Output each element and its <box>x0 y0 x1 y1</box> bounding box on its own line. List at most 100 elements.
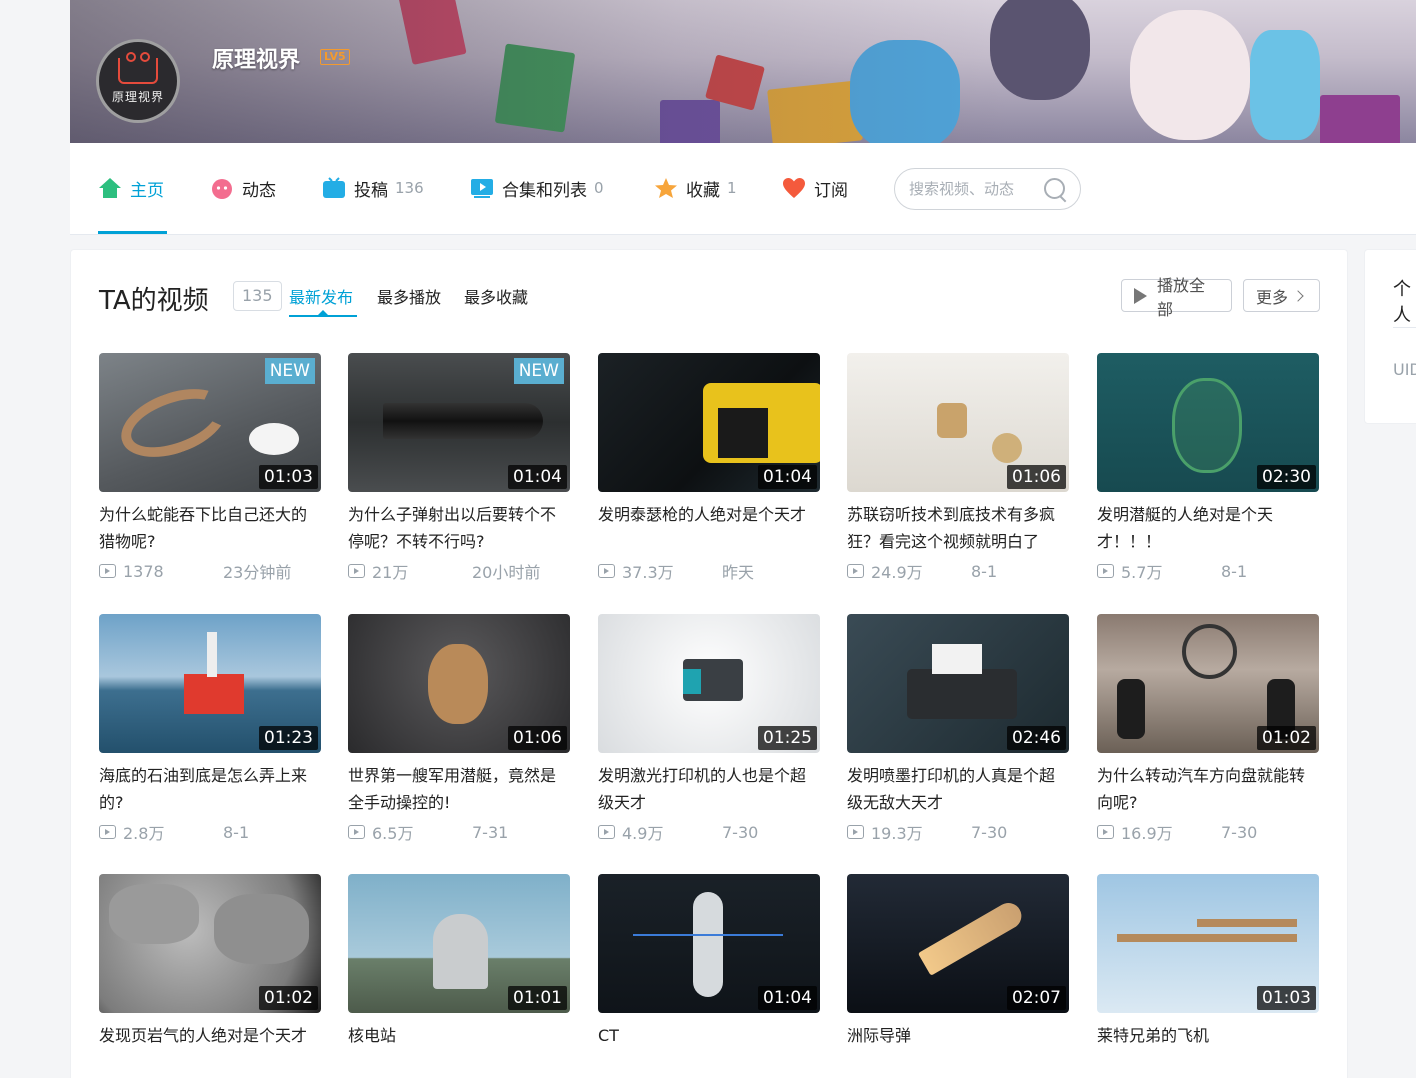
tab-count: 0 <box>594 179 604 197</box>
video-title[interactable]: CT <box>598 1022 820 1076</box>
video-title[interactable]: 莱特兄弟的飞机 <box>1097 1022 1319 1076</box>
publish-date: 7-31 <box>472 822 509 842</box>
airplane-wing <box>1197 919 1297 927</box>
publish-date: 23分钟前 <box>223 563 292 582</box>
reactor-art <box>433 914 488 989</box>
video-thumbnail[interactable]: 01:03 <box>1097 874 1319 1013</box>
airplane-art <box>1117 934 1297 942</box>
video-title[interactable]: 为什么转动汽车方向盘就能转向呢? <box>1097 762 1319 816</box>
video-card[interactable]: 02:30 发明潜艇的人绝对是个天才！！！ 5.7万 8-1 <box>1097 353 1319 583</box>
tab-latest[interactable]: 最新发布 <box>289 284 353 308</box>
video-card[interactable]: 01:06 世界第一艘军用潜艇，竟然是全手动操控的! 6.5万 7-31 <box>348 614 570 844</box>
paper <box>932 644 982 674</box>
tab-dynamic[interactable]: 动态 <box>210 173 276 203</box>
video-thumbnail[interactable]: 01:02 <box>99 874 321 1013</box>
active-tab-indicator <box>98 231 167 234</box>
divider <box>1393 327 1416 328</box>
video-card[interactable]: 01:04 发明泰瑟枪的人绝对是个天才 37.3万 昨天 <box>598 353 820 583</box>
search-input[interactable] <box>909 180 1039 198</box>
video-thumbnail[interactable]: 02:46 <box>847 614 1069 753</box>
video-card[interactable]: NEW 01:04 为什么子弹射出以后要转个不停呢？不转不行吗? 21万 20小时前 <box>348 353 570 583</box>
tab-home[interactable]: 主页 <box>98 173 164 203</box>
tab-collections[interactable]: 合集和列表 0 <box>470 173 604 203</box>
video-card[interactable]: 01:02 为什么转动汽车方向盘就能转向呢? 16.9万 7-30 <box>1097 614 1319 844</box>
home-icon <box>98 177 122 199</box>
video-thumbnail[interactable]: 01:06 <box>348 614 570 753</box>
heart-icon <box>782 177 806 199</box>
video-title[interactable]: 发明泰瑟枪的人绝对是个天才 <box>598 501 820 555</box>
tab-most-played[interactable]: 最多播放 <box>377 284 441 308</box>
video-card[interactable]: 02:07 洲际导弹 <box>847 874 1069 1076</box>
video-thumbnail[interactable]: 02:07 <box>847 874 1069 1013</box>
play-count: 16.9万 <box>1121 824 1173 843</box>
duration-label: 02:30 <box>1257 465 1316 489</box>
video-thumbnail[interactable]: 01:25 <box>598 614 820 753</box>
video-thumbnail[interactable]: 01:04 <box>598 353 820 492</box>
tab-label: 订阅 <box>814 180 848 201</box>
tab-favorites[interactable]: 收藏 1 <box>654 173 737 203</box>
avatar[interactable]: 原理视界 <box>96 39 180 123</box>
video-thumbnail[interactable]: 01:23 <box>99 614 321 753</box>
search-icon[interactable] <box>1042 176 1068 202</box>
device-art <box>992 433 1022 463</box>
play-count: 37.3万 <box>622 563 674 582</box>
video-meta: 6.5万 7-31 <box>348 820 570 844</box>
search-box[interactable] <box>894 168 1081 210</box>
video-count-badge: 135 <box>233 281 282 311</box>
publish-date: 8-1 <box>1221 561 1248 581</box>
video-thumbnail[interactable]: 01:02 <box>1097 614 1319 753</box>
video-title[interactable]: 苏联窃听技术到底技术有多疯狂？看完这个视频就明白了 <box>847 501 1069 555</box>
video-title[interactable]: 海底的石油到底是怎么弄上来的? <box>99 762 321 816</box>
video-title[interactable]: 发明激光打印机的人也是个超级天才 <box>598 762 820 816</box>
video-card[interactable]: 01:25 发明激光打印机的人也是个超级天才 4.9万 7-30 <box>598 614 820 844</box>
video-title[interactable]: 核电站 <box>348 1022 570 1076</box>
video-thumbnail[interactable]: NEW 01:04 <box>348 353 570 492</box>
video-title[interactable]: 发明喷墨打印机的人真是个超级无敌大天才 <box>847 762 1069 816</box>
bullet-art <box>383 403 543 439</box>
video-title[interactable]: 为什么子弹射出以后要转个不停呢？不转不行吗? <box>348 501 570 555</box>
uploads-icon <box>322 177 346 199</box>
video-card[interactable]: NEW 01:03 为什么蛇能吞下比自己还大的猎物呢? 1378 23分钟前 <box>99 353 321 583</box>
video-thumbnail[interactable]: NEW 01:03 <box>99 353 321 492</box>
duration-label: 01:06 <box>508 726 567 750</box>
duration-label: 01:03 <box>1257 986 1316 1010</box>
video-thumbnail[interactable]: 02:30 <box>1097 353 1319 492</box>
video-card[interactable]: 01:03 莱特兄弟的飞机 <box>1097 874 1319 1076</box>
tab-count: 1 <box>727 179 737 197</box>
video-title[interactable]: 洲际导弹 <box>847 1022 1069 1076</box>
play-count: 6.5万 <box>372 824 414 843</box>
video-card[interactable]: 01:04 CT <box>598 874 820 1076</box>
username[interactable]: 原理视界 <box>212 42 300 74</box>
video-title[interactable]: 发现页岩气的人绝对是个天才 <box>99 1022 321 1076</box>
video-title[interactable]: 发明潜艇的人绝对是个天才！！！ <box>1097 501 1319 555</box>
play-count-icon <box>1097 564 1114 578</box>
video-thumbnail[interactable]: 01:04 <box>598 874 820 1013</box>
more-button[interactable]: 更多 <box>1243 279 1320 312</box>
side-title: 个人 <box>1393 279 1411 326</box>
video-thumbnail[interactable]: 01:01 <box>348 874 570 1013</box>
publish-date: 7-30 <box>722 822 759 842</box>
missile-art <box>917 898 1027 976</box>
tab-subscriptions[interactable]: 订阅 <box>782 173 848 203</box>
video-card[interactable]: 02:46 发明喷墨打印机的人真是个超级无敌大天才 19.3万 7-30 <box>847 614 1069 844</box>
video-card[interactable]: 01:23 海底的石油到底是怎么弄上来的? 2.8万 8-1 <box>99 614 321 844</box>
taser-front <box>718 408 768 458</box>
tab-most-favorited[interactable]: 最多收藏 <box>464 284 528 308</box>
new-badge: NEW <box>513 358 564 384</box>
play-count-icon <box>1097 825 1114 839</box>
play-count: 5.7万 <box>1121 563 1163 582</box>
video-title[interactable]: 世界第一艘军用潜艇，竟然是全手动操控的! <box>348 762 570 816</box>
tab-uploads[interactable]: 投稿 136 <box>322 173 424 203</box>
tab-label: 动态 <box>242 180 276 201</box>
avatar-logo-icon <box>118 51 158 84</box>
steering-wheel <box>1182 624 1237 679</box>
video-card[interactable]: 01:06 苏联窃听技术到底技术有多疯狂？看完这个视频就明白了 24.9万 8-1 <box>847 353 1069 583</box>
device-art <box>937 403 967 438</box>
video-card[interactable]: 01:02 发现页岩气的人绝对是个天才 <box>99 874 321 1076</box>
play-count: 19.3万 <box>871 824 923 843</box>
video-card[interactable]: 01:01 核电站 <box>348 874 570 1076</box>
video-title[interactable]: 为什么蛇能吞下比自己还大的猎物呢? <box>99 501 321 555</box>
video-thumbnail[interactable]: 01:06 <box>847 353 1069 492</box>
play-all-button[interactable]: 播放全部 <box>1121 276 1232 319</box>
collections-icon <box>470 177 494 199</box>
